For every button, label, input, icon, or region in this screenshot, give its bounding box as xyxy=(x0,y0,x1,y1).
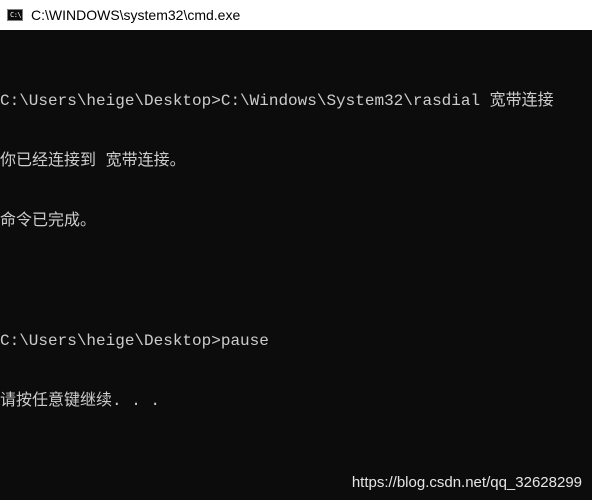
console-line: 你已经连接到 宽带连接。 xyxy=(0,152,186,170)
console-line: C:\Users\heige\Desktop>pause xyxy=(0,332,269,350)
console-output[interactable]: C:\Users\heige\Desktop>C:\Windows\System… xyxy=(0,51,592,500)
cmd-icon[interactable]: C:\ xyxy=(7,9,23,21)
window-title: C:\WINDOWS\system32\cmd.exe xyxy=(31,7,241,23)
console-line: 命令已完成。 xyxy=(0,212,97,230)
console-line: 请按任意键继续. . . xyxy=(0,392,161,410)
title-bar[interactable]: C:\ C:\WINDOWS\system32\cmd.exe xyxy=(0,0,592,30)
watermark: https://blog.csdn.net/qq_32628299 xyxy=(351,474,582,491)
console-line: C:\Users\heige\Desktop>C:\Windows\System… xyxy=(0,92,554,110)
cmd-window: C:\ C:\WINDOWS\system32\cmd.exe C:\Users… xyxy=(0,0,592,500)
